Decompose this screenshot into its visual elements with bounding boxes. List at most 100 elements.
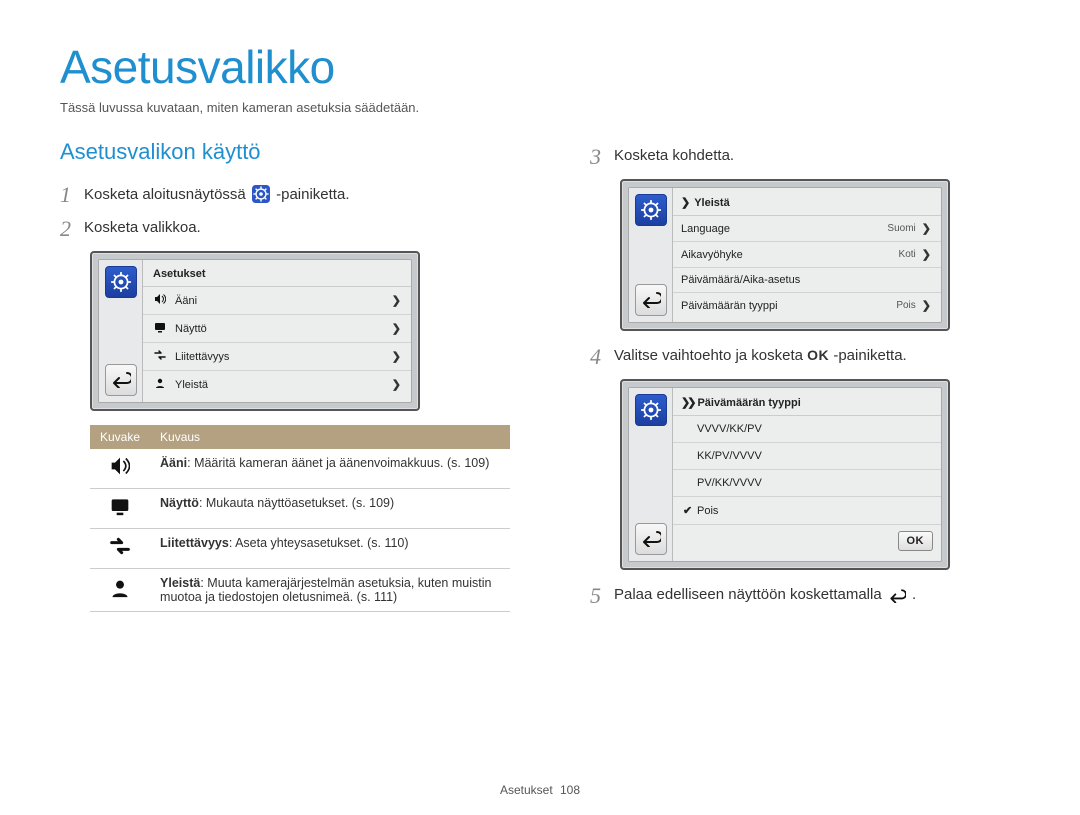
step-text: -painiketta. — [276, 186, 349, 203]
menu-item-display[interactable]: Näyttö ❯ — [143, 315, 411, 343]
ok-button[interactable]: OK — [898, 531, 934, 551]
footer-page-number: 108 — [560, 783, 580, 797]
setting-item-language[interactable]: Language Suomi ❯ — [673, 216, 941, 242]
setting-item-timezone[interactable]: Aikavyöhyke Koti ❯ — [673, 242, 941, 268]
option-off[interactable]: ✔ Pois — [673, 497, 941, 525]
row-bold: Liitettävyys — [160, 536, 229, 550]
setting-label: Language — [681, 223, 887, 235]
check-icon: ✔ — [683, 504, 697, 517]
row-bold: Näyttö — [160, 496, 199, 510]
icon-description-table: Kuvake Kuvaus Ääni: Määritä kameran ääne… — [90, 425, 510, 612]
step-text: Valitse vaihtoehto ja kosketa — [614, 347, 807, 364]
step-number: 2 — [60, 217, 84, 241]
setting-label: Päivämäärä/Aika-asetus — [681, 274, 931, 286]
chevron-right-icon: ❯ — [392, 378, 401, 391]
step-number: 1 — [60, 183, 84, 207]
step-text: Palaa edelliseen näyttöön koskettamalla — [614, 586, 886, 603]
step-3: 3 Kosketa kohdetta. — [590, 145, 1020, 169]
page-title: Asetusvalikko — [60, 40, 1020, 94]
speaker-icon — [90, 449, 150, 489]
menu-item-connectivity[interactable]: Liitettävyys ❯ — [143, 343, 411, 371]
row-text: : Muuta kamerajärjestelmän asetuksia, ku… — [160, 576, 491, 604]
setting-value: Pois — [896, 300, 915, 311]
back-button[interactable] — [635, 284, 667, 316]
table-row: Näyttö: Mukauta näyttöasetukset. (s. 109… — [90, 489, 510, 529]
menu-item-label: Yleistä — [175, 379, 392, 391]
step-number: 3 — [590, 145, 614, 169]
chevron-right-icon: ❯ — [392, 294, 401, 307]
step-text: Kosketa aloitusnäytössä — [84, 186, 250, 203]
setting-label: Päivämäärän tyyppi — [681, 300, 896, 312]
step-2: 2 Kosketa valikkoa. — [60, 217, 510, 241]
menu-item-label: Näyttö — [175, 323, 392, 335]
back-button[interactable] — [635, 523, 667, 555]
step-number: 5 — [590, 584, 614, 608]
gear-icon — [635, 194, 667, 226]
row-text: : Mukauta näyttöasetukset. (s. 109) — [199, 496, 394, 510]
row-bold: Yleistä — [160, 576, 200, 590]
chevron-right-icon: ❯ — [922, 299, 931, 312]
option-yyyy-mm-dd[interactable]: VVVV/KK/PV — [673, 416, 941, 443]
speaker-icon — [151, 293, 169, 308]
gear-icon — [252, 185, 270, 207]
step-text: Kosketa valikkoa. — [84, 217, 201, 236]
page-subtitle: Tässä luvussa kuvataan, miten kameran as… — [60, 100, 1020, 115]
step-number: 4 — [590, 345, 614, 369]
section-heading: Asetusvalikon käyttö — [60, 139, 510, 165]
setting-value: Koti — [899, 249, 916, 260]
screen-header-label: Yleistä — [694, 197, 729, 209]
option-label: PV/KK/VVVV — [697, 477, 762, 489]
display-icon — [151, 321, 169, 336]
table-header-desc: Kuvaus — [150, 425, 510, 449]
step-text: -painiketta. — [833, 347, 906, 364]
table-row: Ääni: Määritä kameran äänet ja äänenvoim… — [90, 449, 510, 489]
chevron-right-icon: ❯ — [922, 222, 931, 235]
menu-item-label: Liitettävyys — [175, 351, 392, 363]
person-icon — [151, 377, 169, 392]
option-mm-dd-yyyy[interactable]: KK/PV/VVVV — [673, 443, 941, 470]
chevron-right-icon: ❯ — [922, 248, 931, 261]
table-header-icon: Kuvake — [90, 425, 150, 449]
setting-label: Aikavyöhyke — [681, 249, 899, 261]
menu-item-label: Ääni — [175, 295, 392, 307]
menu-item-sound[interactable]: Ääni ❯ — [143, 287, 411, 315]
screen-header: ❯❯ Päivämäärän tyyppi — [673, 392, 941, 416]
setting-item-datetime[interactable]: Päivämäärä/Aika-asetus — [673, 268, 941, 293]
option-label: VVVV/KK/PV — [697, 423, 762, 435]
person-icon — [90, 569, 150, 612]
table-row: Yleistä: Muuta kamerajärjestelmän asetuk… — [90, 569, 510, 612]
footer-label: Asetukset — [500, 783, 553, 797]
device-screen-general: ❯ Yleistä Language Suomi ❯ Aikavyöhyke K… — [620, 179, 950, 331]
row-text: : Määritä kameran äänet ja äänenvoimakku… — [187, 456, 489, 470]
step-4: 4 Valitse vaihtoehto ja kosketa OK -pain… — [590, 345, 1020, 369]
connect-icon — [90, 529, 150, 569]
gear-icon — [105, 266, 137, 298]
chevron-right-icon: ❯ — [392, 350, 401, 363]
step-text: Kosketa kohdetta. — [614, 145, 734, 164]
chevron-right-icon: ❯ — [681, 196, 690, 209]
setting-item-datetype[interactable]: Päivämäärän tyyppi Pois ❯ — [673, 293, 941, 318]
gear-icon — [635, 394, 667, 426]
back-arrow-icon — [888, 589, 906, 607]
display-icon — [90, 489, 150, 529]
screen-header: Asetukset — [143, 264, 411, 287]
row-bold: Ääni — [160, 456, 187, 470]
connect-icon — [151, 349, 169, 364]
menu-item-general[interactable]: Yleistä ❯ — [143, 371, 411, 398]
step-text: . — [912, 586, 916, 603]
back-button[interactable] — [105, 364, 137, 396]
option-label: Pois — [697, 505, 718, 517]
device-screen-settings: Asetukset Ääni ❯ Näyttö — [90, 251, 420, 411]
step-5: 5 Palaa edelliseen näyttöön koskettamall… — [590, 584, 1020, 608]
setting-value: Suomi — [887, 223, 915, 234]
option-dd-mm-yyyy[interactable]: PV/KK/VVVV — [673, 470, 941, 497]
option-label: KK/PV/VVVV — [697, 450, 762, 462]
table-row: Liitettävyys: Aseta yhteysasetukset. (s.… — [90, 529, 510, 569]
device-screen-datetype: ❯❯ Päivämäärän tyyppi VVVV/KK/PV KK/PV/V… — [620, 379, 950, 570]
chevron-right-icon: ❯ — [392, 322, 401, 335]
row-text: : Aseta yhteysasetukset. (s. 110) — [229, 536, 409, 550]
screen-header-label: Päivämäärän tyyppi — [697, 397, 800, 409]
step-1: 1 Kosketa aloitusnäytössä — [60, 183, 510, 207]
ok-icon: OK — [807, 347, 829, 363]
screen-header: ❯ Yleistä — [673, 192, 941, 216]
